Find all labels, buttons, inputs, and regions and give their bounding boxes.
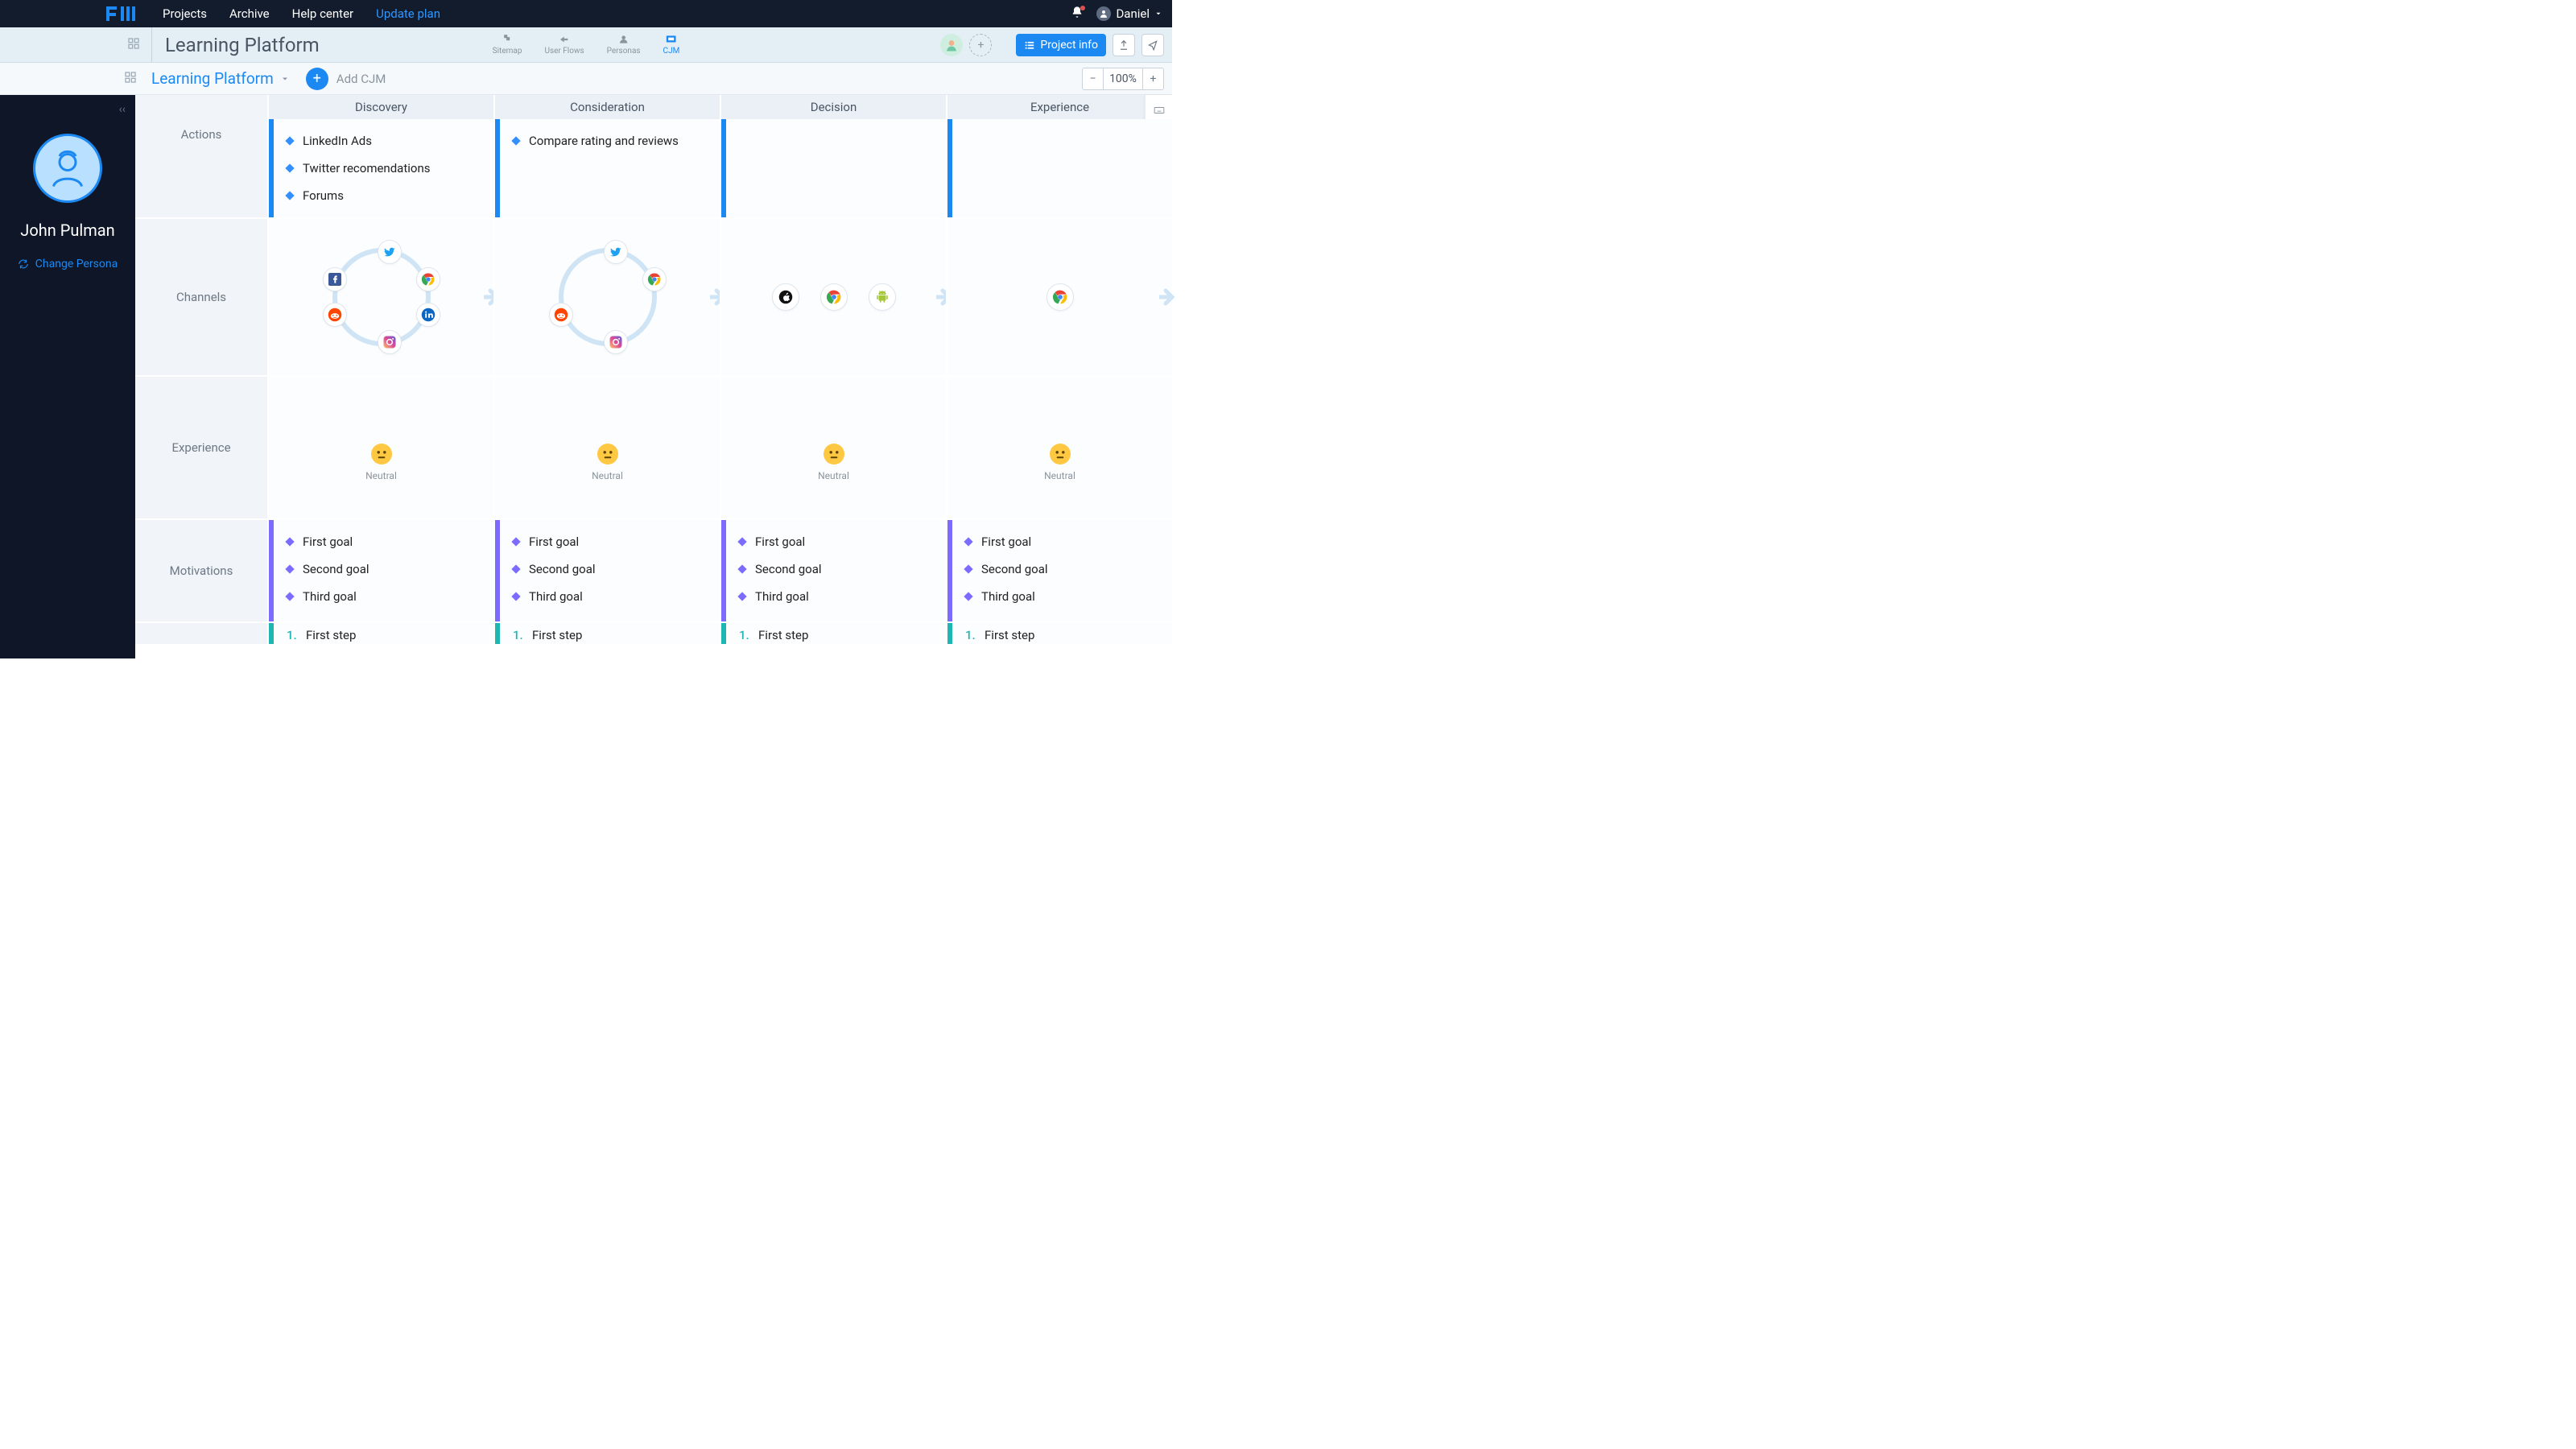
twitter-icon[interactable] bbox=[378, 240, 402, 264]
workspace-title: Learning Platform bbox=[151, 27, 332, 63]
persona-chip[interactable] bbox=[940, 34, 963, 56]
cell-next-decision[interactable]: 1.First step bbox=[720, 623, 946, 644]
neutral-face-icon[interactable] bbox=[824, 444, 844, 464]
personas-icon bbox=[617, 34, 631, 45]
user-avatar-icon bbox=[1096, 6, 1111, 21]
cell-next-discovery[interactable]: 1.First step bbox=[267, 623, 493, 644]
tab-cjm[interactable]: CJM bbox=[663, 34, 680, 56]
cell-channels-experience[interactable] bbox=[946, 219, 1172, 375]
refresh-icon bbox=[18, 258, 29, 270]
facebook-icon[interactable] bbox=[323, 267, 347, 291]
cell-actions-experience[interactable] bbox=[946, 119, 1172, 217]
nav-archive[interactable]: Archive bbox=[218, 0, 281, 27]
chrome-icon[interactable] bbox=[1046, 283, 1074, 311]
row-label-motivations: Motivations bbox=[135, 520, 267, 621]
project-info-button[interactable]: Project info bbox=[1016, 34, 1106, 56]
instagram-icon[interactable] bbox=[378, 330, 402, 354]
zoom-control: − 100% + bbox=[1082, 68, 1164, 90]
apple-icon[interactable] bbox=[772, 283, 799, 311]
cell-motivations-experience[interactable]: First goal Second goal Third goal bbox=[946, 520, 1172, 621]
persona-avatar[interactable] bbox=[33, 134, 102, 203]
keyboard-icon[interactable] bbox=[1152, 105, 1166, 119]
add-cjm-label: Add CJM bbox=[336, 72, 386, 86]
cell-experience-experience[interactable]: Neutral bbox=[946, 377, 1172, 518]
app-logo[interactable] bbox=[0, 6, 151, 21]
instagram-icon[interactable] bbox=[604, 330, 628, 354]
nav-help-center[interactable]: Help center bbox=[281, 0, 365, 27]
share-icon bbox=[1147, 39, 1158, 51]
zoom-value: 100% bbox=[1104, 72, 1142, 85]
reddit-icon[interactable] bbox=[323, 303, 347, 327]
zoom-in-button[interactable]: + bbox=[1142, 68, 1163, 89]
row-label-experience: Experience bbox=[135, 377, 267, 518]
stage-header[interactable]: Consideration bbox=[493, 95, 720, 119]
stage-header[interactable]: Decision bbox=[720, 95, 946, 119]
stage-header[interactable]: Experience bbox=[946, 95, 1172, 119]
collapse-panel-button[interactable]: ‹‹ bbox=[119, 103, 126, 116]
row-label-actions: Actions bbox=[135, 119, 267, 217]
cell-actions-decision[interactable] bbox=[720, 119, 946, 217]
neutral-face-icon[interactable] bbox=[597, 444, 618, 464]
export-button[interactable] bbox=[1113, 34, 1135, 56]
cell-next-experience[interactable]: 1.First step bbox=[946, 623, 1172, 644]
user-name: Daniel bbox=[1116, 6, 1150, 21]
share-button[interactable] bbox=[1141, 34, 1164, 56]
cell-channels-decision[interactable] bbox=[720, 219, 946, 375]
tab-sitemap[interactable]: Sitemap bbox=[493, 34, 522, 56]
stage-header[interactable]: Discovery bbox=[267, 95, 493, 119]
cell-channels-consideration[interactable] bbox=[493, 219, 720, 375]
export-icon bbox=[1118, 39, 1129, 51]
twitter-icon[interactable] bbox=[604, 240, 628, 264]
cell-experience-decision[interactable]: Neutral bbox=[720, 377, 946, 518]
add-collaborator-button[interactable]: + bbox=[969, 34, 992, 56]
notifications-icon[interactable] bbox=[1071, 6, 1084, 22]
android-icon[interactable] bbox=[869, 283, 896, 311]
user-menu[interactable]: Daniel bbox=[1096, 6, 1162, 21]
flow-arrow-icon bbox=[1159, 287, 1175, 307]
reddit-icon[interactable] bbox=[549, 303, 573, 327]
cell-motivations-consideration[interactable]: First goal Second goal Third goal bbox=[493, 520, 720, 621]
grid-icon[interactable] bbox=[127, 37, 140, 53]
nav-projects[interactable]: Projects bbox=[151, 0, 218, 27]
neutral-face-icon[interactable] bbox=[371, 444, 392, 464]
change-persona-button[interactable]: Change Persona bbox=[18, 258, 118, 270]
tab-personas[interactable]: Personas bbox=[607, 34, 641, 56]
chevron-down-icon bbox=[280, 74, 290, 84]
cell-motivations-discovery[interactable]: First goal Second goal Third goal bbox=[267, 520, 493, 621]
cell-experience-consideration[interactable]: Neutral bbox=[493, 377, 720, 518]
chrome-icon[interactable] bbox=[416, 267, 440, 291]
row-label-channels: Channels bbox=[135, 219, 267, 375]
zoom-out-button[interactable]: − bbox=[1083, 68, 1104, 89]
persona-name: John Pulman bbox=[20, 221, 114, 240]
add-cjm-button[interactable]: + bbox=[306, 68, 328, 90]
cell-actions-discovery[interactable]: LinkedIn Ads Twitter recomendations Foru… bbox=[267, 119, 493, 217]
sitemap-icon bbox=[500, 34, 514, 45]
cjm-icon bbox=[664, 34, 679, 45]
cell-actions-consideration[interactable]: Compare rating and reviews bbox=[493, 119, 720, 217]
userflows-icon bbox=[557, 34, 572, 45]
chrome-icon[interactable] bbox=[642, 267, 667, 291]
grid-icon[interactable] bbox=[124, 71, 137, 87]
breadcrumb[interactable]: Learning Platform bbox=[151, 69, 290, 88]
linkedin-icon[interactable] bbox=[416, 303, 440, 327]
nav-update-plan[interactable]: Update plan bbox=[365, 0, 452, 27]
tab-user-flows[interactable]: User Flows bbox=[544, 34, 584, 56]
chevron-down-icon bbox=[1154, 10, 1162, 18]
neutral-face-icon[interactable] bbox=[1050, 444, 1071, 464]
cell-motivations-decision[interactable]: First goal Second goal Third goal bbox=[720, 520, 946, 621]
list-icon bbox=[1024, 39, 1035, 51]
cell-next-consideration[interactable]: 1.First step bbox=[493, 623, 720, 644]
cell-channels-discovery[interactable] bbox=[267, 219, 493, 375]
cell-experience-discovery[interactable]: Neutral bbox=[267, 377, 493, 518]
chrome-icon[interactable] bbox=[820, 283, 848, 311]
